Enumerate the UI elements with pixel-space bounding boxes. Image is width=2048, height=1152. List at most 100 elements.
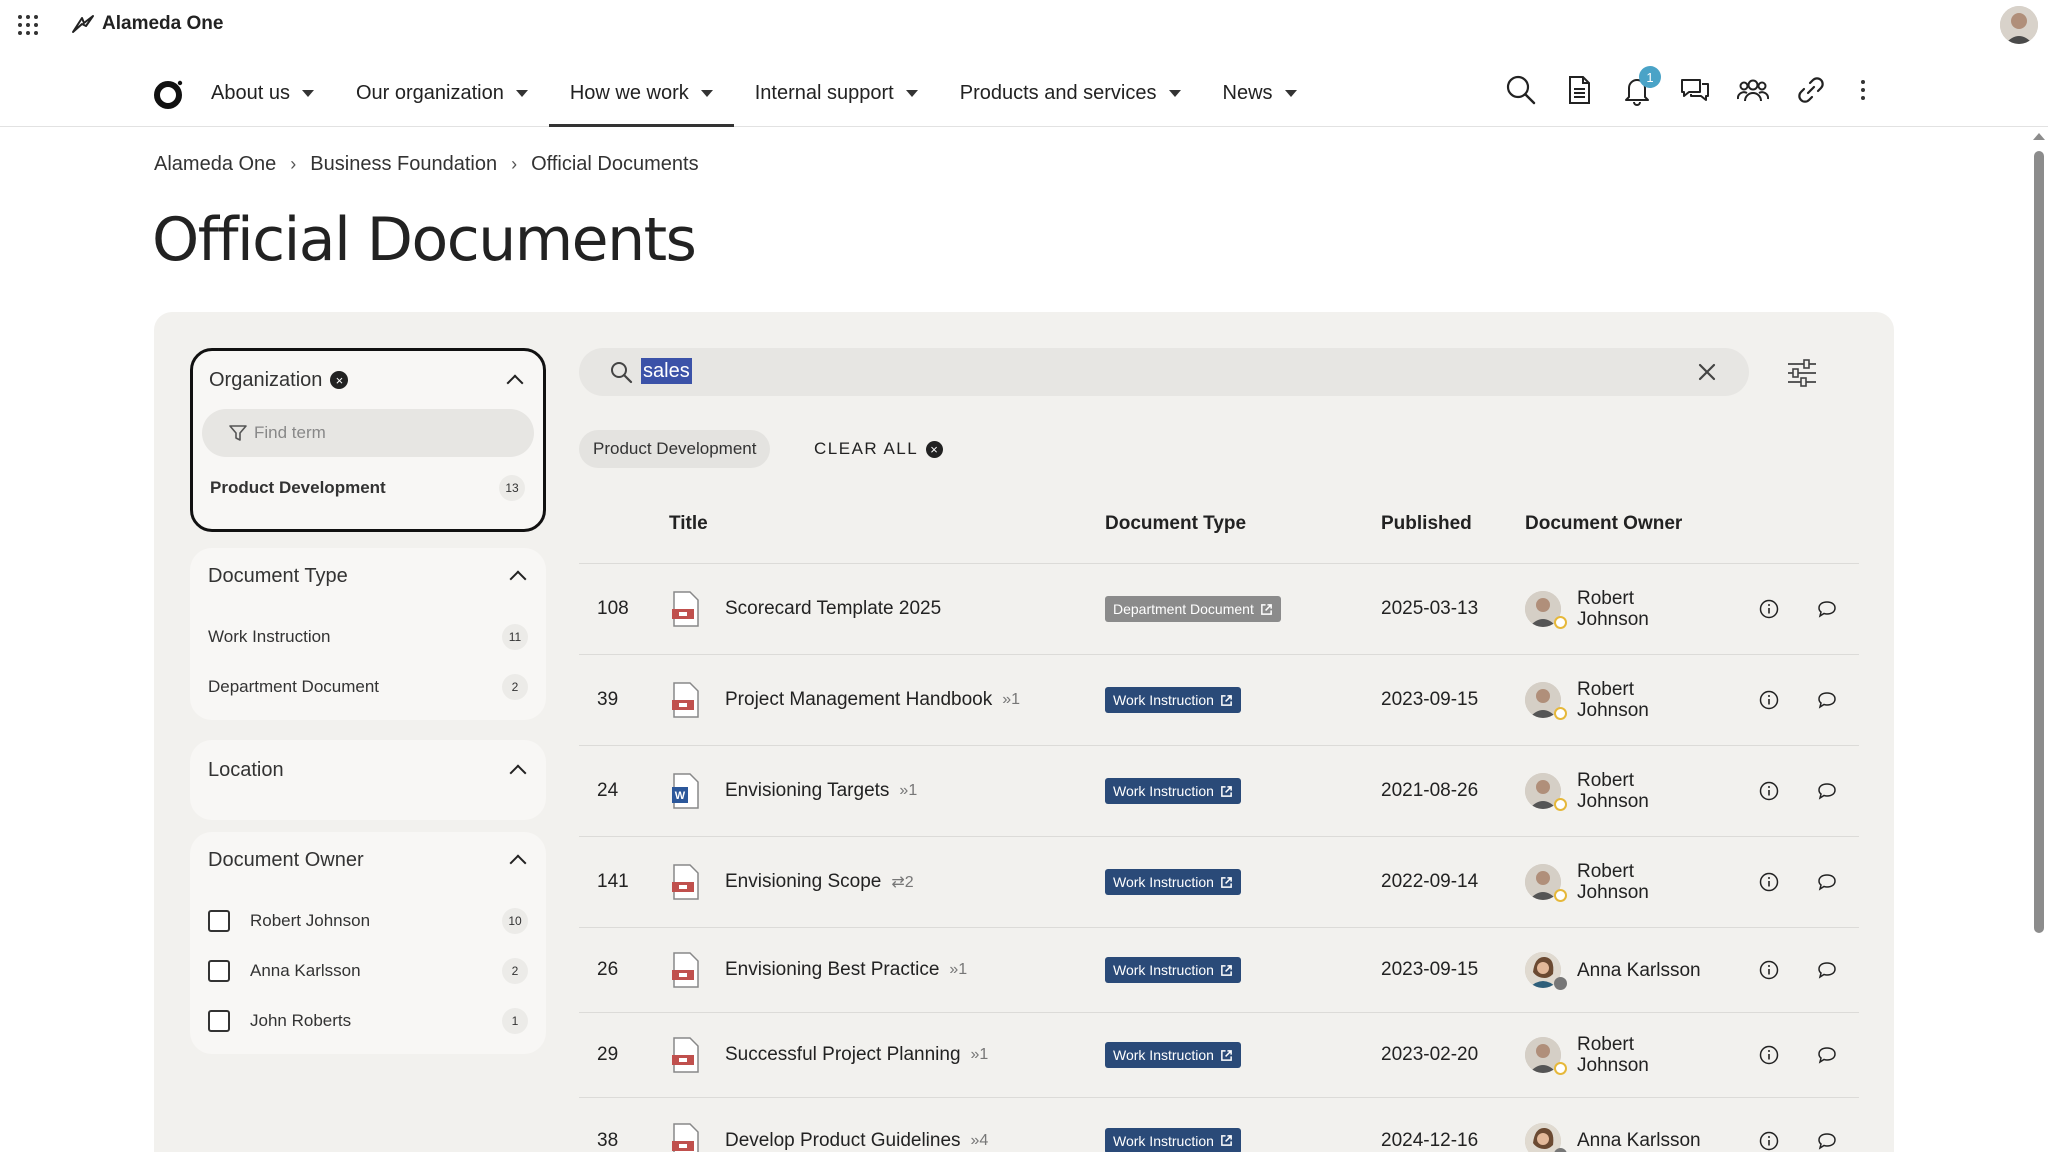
facet-item[interactable]: Anna Karlsson 2 [190, 946, 546, 996]
facet-document-owner-header[interactable]: Document Owner [190, 832, 546, 888]
facet-organization-header[interactable]: Organization × [193, 351, 543, 409]
owner-avatar[interactable] [1525, 864, 1567, 902]
notifications-button[interactable]: 1 [1621, 66, 1661, 106]
document-type-tag[interactable]: Department Document [1105, 596, 1281, 622]
info-icon[interactable] [1759, 599, 1779, 619]
comment-icon[interactable] [1817, 872, 1837, 892]
active-filter-chip[interactable]: Product Development [579, 430, 771, 468]
facet-item[interactable]: Work Instruction 11 [190, 612, 546, 662]
document-title-link[interactable]: Envisioning Targets [725, 780, 889, 802]
info-icon[interactable] [1759, 1131, 1779, 1151]
document-type-tag[interactable]: Work Instruction [1105, 1127, 1241, 1152]
conversations-button[interactable] [1679, 74, 1711, 106]
info-icon[interactable] [1759, 781, 1779, 801]
facet-item-count: 10 [502, 908, 528, 934]
comment-icon[interactable] [1817, 1131, 1837, 1151]
table-row[interactable]: 38 Develop Product Guidelines »4 Work Ins… [579, 1098, 1859, 1152]
table-row[interactable]: 141 Envisioning Scope ⇄2 Work Instruction… [579, 837, 1859, 928]
user-avatar[interactable] [2000, 6, 2038, 44]
brand[interactable]: Alameda One [70, 12, 223, 36]
home-logo-icon[interactable] [153, 78, 185, 110]
table-row[interactable]: 39 Project Management Handbook »1 Work In… [579, 655, 1859, 746]
table-row[interactable]: 29 Successful Project Planning »1 Work In… [579, 1013, 1859, 1098]
nav-about-us[interactable]: About us [190, 60, 335, 126]
comment-icon[interactable] [1817, 690, 1837, 710]
facet-item[interactable]: Robert Johnson 10 [190, 896, 546, 946]
document-type-tag[interactable]: Work Instruction [1105, 957, 1241, 983]
nav-news[interactable]: News [1202, 60, 1318, 126]
links-button[interactable] [1795, 74, 1827, 106]
owner-avatar[interactable] [1525, 1122, 1567, 1152]
document-title-link[interactable]: Successful Project Planning [725, 1044, 961, 1066]
documents-button[interactable] [1563, 74, 1595, 106]
owner-checkbox[interactable] [208, 960, 230, 982]
column-header-title[interactable]: Title [669, 484, 708, 564]
clear-filter-icon[interactable]: × [330, 371, 349, 389]
nav-products-and-services[interactable]: Products and services [939, 60, 1202, 126]
sliders-icon[interactable] [1786, 358, 1818, 388]
owner-avatar[interactable] [1525, 682, 1567, 720]
table-row[interactable]: 24 W Envisioning Targets »1 Work Instruct… [579, 746, 1859, 837]
owner-last-name: Johnson [1577, 882, 1649, 903]
pdf-icon [672, 864, 699, 900]
owner-avatar[interactable] [1525, 1037, 1567, 1075]
info-icon[interactable] [1759, 960, 1779, 980]
owner-avatar[interactable] [1525, 952, 1567, 990]
search-bar[interactable]: sales [579, 348, 1749, 396]
facet-location-header[interactable]: Location [190, 740, 546, 820]
nav-internal-support[interactable]: Internal support [734, 60, 939, 126]
owner-avatar[interactable] [1525, 773, 1567, 811]
filter-funnel-icon [229, 425, 247, 441]
more-menu-icon[interactable] [1853, 74, 1873, 106]
column-header-published[interactable]: Published [1381, 484, 1472, 564]
owner-checkbox[interactable] [208, 910, 230, 932]
status-away-icon [1554, 616, 1567, 629]
scrollbar-thumb[interactable] [2034, 151, 2044, 933]
info-icon[interactable] [1759, 690, 1779, 710]
breadcrumb-root[interactable]: Alameda One [154, 153, 276, 176]
page-scrollbar[interactable] [2028, 127, 2048, 1152]
comment-icon[interactable] [1817, 1045, 1837, 1065]
comment-icon[interactable] [1817, 781, 1837, 801]
document-title-link[interactable]: Scorecard Template 2025 [725, 598, 941, 620]
close-icon[interactable] [1695, 360, 1719, 384]
owner-name: Anna Karlsson [1577, 959, 1701, 981]
comment-icon[interactable] [1817, 599, 1837, 619]
results-table: Title Document Type Published Document O… [579, 484, 1859, 1152]
document-title-link[interactable]: Envisioning Scope [725, 871, 881, 893]
document-title-link[interactable]: Develop Product Guidelines [725, 1130, 961, 1152]
clear-all-button[interactable]: CLEAR ALL × [814, 430, 944, 468]
search-icon [1506, 75, 1536, 105]
document-title-link[interactable]: Project Management Handbook [725, 689, 992, 711]
facet-item[interactable]: John Roberts 1 [190, 996, 546, 1046]
facet-item[interactable]: Department Document 2 [190, 662, 546, 712]
breadcrumb-parent[interactable]: Business Foundation [310, 153, 497, 176]
facet-item[interactable]: Product Development 13 [193, 457, 543, 519]
pdf-icon [672, 591, 699, 627]
nav-how-we-work[interactable]: How we work [548, 60, 734, 127]
table-row[interactable]: 108 Scorecard Template 2025 Department D… [579, 564, 1859, 655]
document-type-tag[interactable]: Work Instruction [1105, 687, 1241, 713]
search-button[interactable] [1505, 74, 1537, 106]
column-header-document-type[interactable]: Document Type [1105, 484, 1246, 564]
app-launcher-icon[interactable] [18, 15, 38, 35]
column-header-document-owner[interactable]: Document Owner [1525, 484, 1682, 564]
owner-avatar[interactable] [1525, 591, 1567, 629]
info-icon[interactable] [1759, 872, 1779, 892]
document-title-link[interactable]: Envisioning Best Practice [725, 959, 939, 981]
scroll-up-arrow-icon[interactable] [2033, 133, 2045, 140]
facet-document-type-header[interactable]: Document Type [190, 548, 546, 604]
people-button[interactable] [1736, 74, 1770, 106]
info-icon[interactable] [1759, 1045, 1779, 1065]
tag-label: Work Instruction [1113, 874, 1214, 890]
document-type-tag[interactable]: Work Instruction [1105, 1042, 1241, 1068]
document-icon [1569, 76, 1590, 104]
nav-our-organization[interactable]: Our organization [335, 60, 549, 126]
owner-checkbox[interactable] [208, 1010, 230, 1032]
table-row[interactable]: 26 Envisioning Best Practice »1 Work Inst… [579, 928, 1859, 1013]
document-type-tag[interactable]: Work Instruction [1105, 869, 1241, 895]
search-input[interactable]: sales [641, 358, 692, 384]
find-term-input[interactable]: Find term [202, 409, 534, 457]
comment-icon[interactable] [1817, 960, 1837, 980]
document-type-tag[interactable]: Work Instruction [1105, 778, 1241, 804]
